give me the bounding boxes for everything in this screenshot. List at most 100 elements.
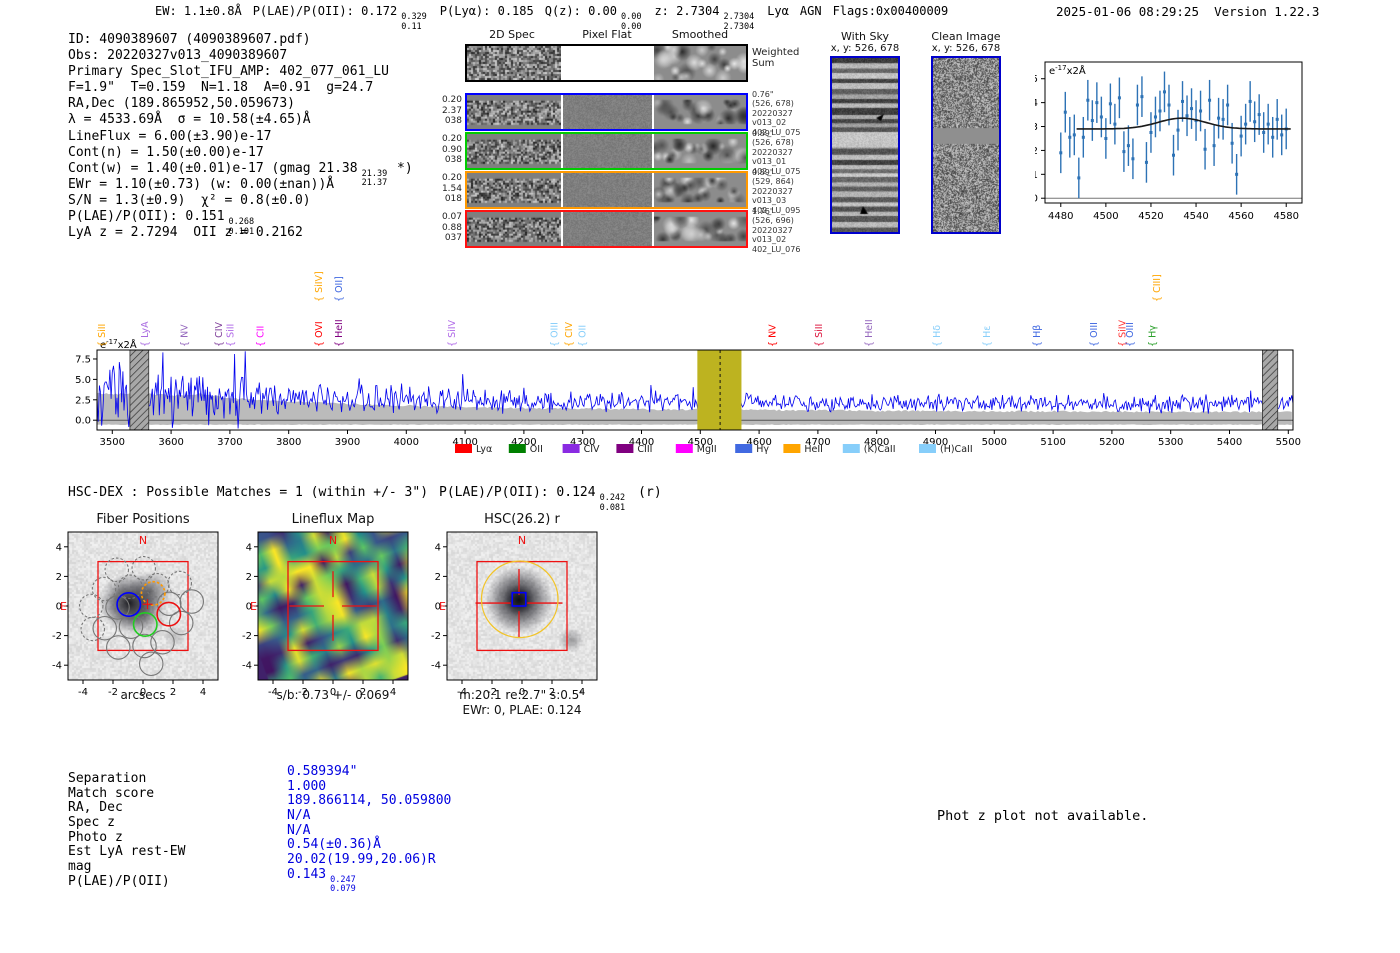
text-segment: P(Lyα): 0.185 — [439, 4, 534, 18]
svg-text:3700: 3700 — [217, 437, 242, 448]
match-row-label: Est LyA rest-EW — [68, 844, 186, 860]
fiber-circle — [179, 589, 205, 614]
report-datetime: 2025-01-06 08:29:25 Version 1.22.3 — [1056, 4, 1319, 19]
match-row-label: Spec z — [68, 815, 115, 831]
report-version: Version 1.22.3 — [1214, 4, 1320, 19]
clean-image-coords: x, y: 526, 678 — [931, 43, 1001, 54]
with-sky-title: With Sky — [841, 30, 889, 43]
text-segment: AGN — [799, 4, 822, 18]
svg-text:-2: -2 — [431, 631, 441, 642]
svg-text:4580: 4580 — [1273, 211, 1298, 222]
clean-image-title: Clean Image — [931, 30, 1001, 43]
east-label: E — [60, 600, 67, 613]
emission-line-label: { Hγ — [1147, 325, 1158, 347]
full-spectrum-plot: 3500 3600 3700 3800 3900 4000 4100 4200 4300 4400… — [75, 271, 1301, 455]
text-segment: (r) — [638, 485, 662, 500]
cutout-row-weights: 0.07 0.88 037 — [441, 212, 462, 244]
emission-line-label: { OIII — [1089, 322, 1100, 347]
emission-line-label: { Hδ — [932, 325, 943, 347]
legend-entry: CIV — [584, 444, 600, 455]
info-line: Obs: 20220327v013_4090389607 — [68, 48, 288, 64]
weighted-sum-row — [465, 44, 748, 82]
emission-line-label: { LyA — [140, 321, 151, 347]
svg-text:1: 1 — [1035, 170, 1038, 181]
svg-text:2: 2 — [246, 572, 252, 583]
pixel-flat-cell — [563, 173, 652, 207]
svg-text:-4: -4 — [242, 661, 252, 672]
column-header-pixel-flat: Pixel Flat — [582, 28, 632, 41]
text-segment: Lyα — [767, 4, 789, 18]
weighted-sum-label: Weighted Sum — [752, 47, 800, 69]
cutout-row-weights: 0.20 0.90 038 — [441, 134, 462, 166]
emission-line-label: { SiII — [814, 324, 825, 347]
svg-text:-4: -4 — [431, 661, 441, 672]
svg-text:5100: 5100 — [1040, 437, 1065, 448]
cutout-row — [465, 93, 748, 131]
cutout-row-weights: 0.20 2.37 038 — [441, 95, 462, 127]
match-row-label: RA, Dec — [68, 800, 123, 816]
emission-line-label: { NV — [768, 324, 779, 347]
stacked-uncertainty: 21.39 21.37 — [361, 168, 388, 189]
detection-info-block: ID: 4090389607 (4090389607.pdf) Obs: 2022… — [68, 32, 413, 241]
with-sky-coords: x, y: 526, 678 — [830, 43, 900, 54]
svg-text:5400: 5400 — [1217, 437, 1242, 448]
hsc-cutout-caption2: EWr: 0, PLAE: 0.124 — [462, 703, 582, 717]
info-line: Primary Spec_Slot_IFU_AMP: 402_077_061_L… — [68, 64, 389, 80]
svg-text:5: 5 — [1035, 74, 1038, 85]
text-segment: P(LAE)/P(OII): 0.124 0.242 0.081 — [439, 485, 626, 513]
weighted-cell — [563, 46, 652, 80]
pixel-flat-cell — [563, 212, 652, 246]
svg-text:-2: -2 — [242, 631, 252, 642]
elixer-report-page: { "header": { "segments": [ {"t": "EW: 1… — [0, 0, 1400, 953]
info-line: ID: 4090389607 (4090389607.pdf) — [68, 32, 311, 47]
svg-text:4540: 4540 — [1183, 211, 1208, 222]
match-row-value: N/A — [287, 808, 311, 824]
svg-text:e-17x2Å: e-17x2Å — [1049, 64, 1086, 77]
weighted-cell — [467, 46, 561, 80]
text-segment: Q(z): 0.00 0.00 0.00 — [544, 4, 642, 32]
2d-spec-cell — [467, 134, 561, 168]
svg-text:4: 4 — [56, 542, 62, 553]
svg-text:4: 4 — [246, 542, 252, 553]
info-line: RA,Dec (189.865952,50.059673) — [68, 96, 295, 112]
hsc-dex-matches-line: HSC-DEX : Possible Matches = 1 (within +… — [68, 485, 673, 513]
svg-text:2: 2 — [56, 572, 62, 583]
report-date: 2025-01-06 08:29:25 — [1056, 4, 1199, 19]
emission-line-label: { HeII — [864, 319, 875, 347]
info-line: Cont(n) = 1.50(±0.00)e-17 — [68, 144, 264, 160]
svg-text:2.5: 2.5 — [75, 395, 91, 406]
match-table-labels: Separation Match score RA, Dec Spec z Photo … — [68, 771, 185, 889]
legend-entry: CIII — [637, 444, 652, 455]
svg-text:3: 3 — [1035, 122, 1038, 133]
svg-text:5300: 5300 — [1158, 437, 1183, 448]
cutout-row — [465, 132, 748, 170]
svg-text:0: 0 — [1035, 194, 1038, 205]
legend-entry: HeII — [804, 444, 823, 455]
emission-line-label: { CIII] — [1152, 274, 1163, 302]
svg-text:2: 2 — [435, 572, 441, 583]
info-line: λ = 4533.69Å σ = 10.58(±4.65)Å — [68, 112, 311, 128]
emission-line-label: { SiIV — [447, 319, 458, 347]
svg-text:0.0: 0.0 — [75, 416, 91, 427]
selected-fiber-circle — [156, 601, 182, 627]
fiber-circle — [78, 593, 104, 619]
svg-text:-4: -4 — [52, 661, 62, 672]
svg-text:5000: 5000 — [982, 437, 1007, 448]
emission-line-label: { CIV — [214, 322, 225, 347]
fiber-circle — [106, 635, 131, 660]
smoothed-cell — [654, 134, 746, 168]
svg-text:5200: 5200 — [1099, 437, 1124, 448]
svg-text:4500: 4500 — [1093, 211, 1118, 222]
match-row-value: 0.54(±0.36)Å — [287, 837, 381, 853]
stacked-uncertainty: 0.247 0.079 — [330, 874, 356, 895]
smoothed-cell — [654, 95, 746, 129]
svg-text:2: 2 — [1035, 146, 1038, 157]
emission-line-label: { CIV — [564, 322, 575, 347]
info-line: LineFlux = 6.00(±3.90)e-17 — [68, 128, 272, 144]
emission-line-label: { OIII — [549, 322, 560, 347]
east-label: E — [439, 600, 446, 613]
cutout-row — [465, 171, 748, 209]
north-label: N — [139, 534, 147, 547]
weighted-cell — [654, 46, 746, 80]
cutout-row — [465, 210, 748, 248]
